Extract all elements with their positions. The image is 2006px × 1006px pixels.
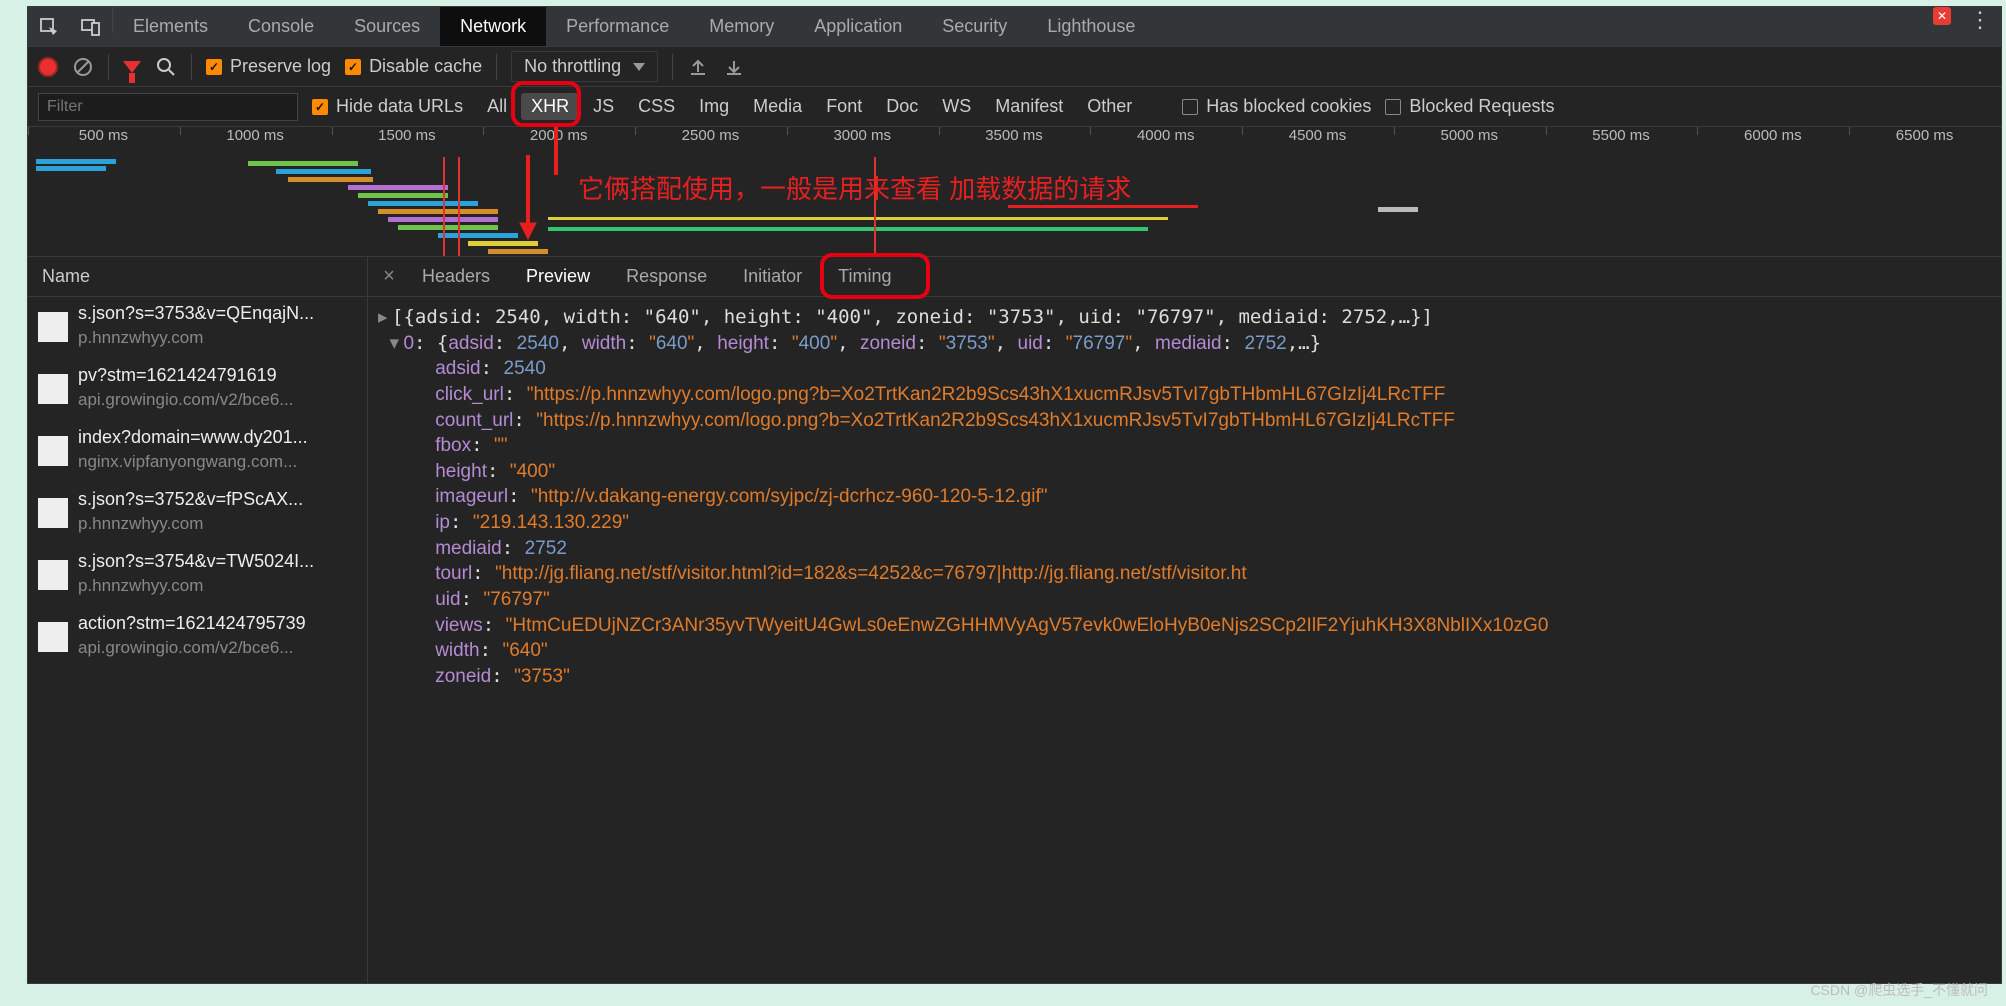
request-host: p.hnnzwhyy.com xyxy=(78,514,303,534)
filter-type-xhr[interactable]: XHR xyxy=(521,93,579,120)
filter-type-media[interactable]: Media xyxy=(743,93,812,120)
disable-cache-checkbox[interactable]: ✓Disable cache xyxy=(345,56,482,77)
disable-cache-label: Disable cache xyxy=(369,56,482,77)
tab-lighthouse[interactable]: Lighthouse xyxy=(1027,7,1155,46)
watermark: CSDN @爬虫选手_不懂就问 xyxy=(1810,980,1988,1000)
close-details-icon[interactable]: × xyxy=(374,265,404,288)
filter-type-font[interactable]: Font xyxy=(816,93,872,120)
request-name: s.json?s=3753&v=QEnqajN... xyxy=(78,303,314,324)
filter-type-img[interactable]: Img xyxy=(689,93,739,120)
ruler-mark: 4500 ms xyxy=(1242,127,1394,153)
clear-icon[interactable] xyxy=(72,56,94,78)
request-row[interactable]: s.json?s=3753&v=QEnqajN... p.hnnzwhyy.com xyxy=(28,297,367,359)
filter-type-ws[interactable]: WS xyxy=(932,93,981,120)
request-name: action?stm=1621424795739 xyxy=(78,613,306,634)
request-details: × HeadersPreviewResponseInitiatorTiming … xyxy=(368,257,2001,983)
ruler-mark: 1500 ms xyxy=(332,127,484,153)
request-thumb xyxy=(38,622,68,652)
ruler-mark: 500 ms xyxy=(28,127,180,153)
request-row[interactable]: index?domain=www.dy201... nginx.vipfanyon… xyxy=(28,421,367,483)
request-host: p.hnnzwhyy.com xyxy=(78,328,314,348)
filter-type-doc[interactable]: Doc xyxy=(876,93,928,120)
request-row[interactable]: pv?stm=1621424791619 api.growingio.com/v2… xyxy=(28,359,367,421)
filter-input[interactable] xyxy=(38,93,298,121)
request-thumb xyxy=(38,498,68,528)
filter-type-js[interactable]: JS xyxy=(583,93,624,120)
inspect-icon[interactable] xyxy=(28,7,70,46)
detail-tab-response[interactable]: Response xyxy=(608,258,725,295)
close-icon[interactable]: ✕ xyxy=(1933,7,1951,25)
ruler-mark: 3500 ms xyxy=(939,127,1091,153)
tab-memory[interactable]: Memory xyxy=(689,7,794,46)
request-thumb xyxy=(38,312,68,342)
hide-data-urls-checkbox[interactable]: ✓Hide data URLs xyxy=(312,96,463,117)
network-toolbar: ✓Preserve log ✓Disable cache No throttli… xyxy=(28,47,2001,87)
detail-tab-headers[interactable]: Headers xyxy=(404,258,508,295)
search-icon[interactable] xyxy=(155,56,177,78)
hide-data-urls-label: Hide data URLs xyxy=(336,96,463,117)
filter-type-css[interactable]: CSS xyxy=(628,93,685,120)
ruler-mark: 5500 ms xyxy=(1546,127,1698,153)
more-icon[interactable]: ⋮ xyxy=(1959,7,2001,46)
filter-bar: ✓Hide data URLs AllXHRJSCSSImgMediaFontD… xyxy=(28,87,2001,127)
tab-security[interactable]: Security xyxy=(922,7,1027,46)
request-name: pv?stm=1621424791619 xyxy=(78,365,293,386)
filter-type-manifest[interactable]: Manifest xyxy=(985,93,1073,120)
request-thumb xyxy=(38,374,68,404)
download-icon[interactable] xyxy=(723,56,745,78)
tab-network[interactable]: Network xyxy=(440,7,546,46)
record-icon[interactable] xyxy=(38,57,58,77)
tab-console[interactable]: Console xyxy=(228,7,334,46)
request-name: index?domain=www.dy201... xyxy=(78,427,308,448)
blocked-cookies-checkbox[interactable]: Has blocked cookies xyxy=(1182,96,1371,117)
request-row[interactable]: s.json?s=3754&v=TW5024I... p.hnnzwhyy.com xyxy=(28,545,367,607)
request-host: nginx.vipfanyongwang.com... xyxy=(78,452,308,472)
annotation-underline xyxy=(1008,205,1198,208)
preserve-log-checkbox[interactable]: ✓Preserve log xyxy=(206,56,331,77)
device-toggle-icon[interactable] xyxy=(70,7,112,46)
throttling-select[interactable]: No throttling xyxy=(511,51,658,82)
ruler-mark: 2500 ms xyxy=(635,127,787,153)
ruler-mark: 6500 ms xyxy=(1849,127,2001,153)
request-thumb xyxy=(38,560,68,590)
ruler-mark: 5000 ms xyxy=(1394,127,1546,153)
ruler-mark: 4000 ms xyxy=(1090,127,1242,153)
annotation-arrow-down xyxy=(508,147,548,247)
column-name-header[interactable]: Name xyxy=(28,257,367,297)
request-name: s.json?s=3752&v=fPScAX... xyxy=(78,489,303,510)
blocked-requests-checkbox[interactable]: Blocked Requests xyxy=(1385,96,1554,117)
request-list: Name s.json?s=3753&v=QEnqajN... p.hnnzwhy… xyxy=(28,257,368,983)
chevron-down-icon xyxy=(633,63,645,71)
request-host: api.growingio.com/v2/bce6... xyxy=(78,390,293,410)
filter-icon[interactable] xyxy=(123,61,141,73)
ruler-mark: 6000 ms xyxy=(1697,127,1849,153)
blocked-requests-label: Blocked Requests xyxy=(1409,96,1554,117)
ruler-mark: 1000 ms xyxy=(180,127,332,153)
preview-pane[interactable]: ▸[{adsid: 2540, width: "640", height: "4… xyxy=(368,297,2001,983)
upload-icon[interactable] xyxy=(687,56,709,78)
tab-performance[interactable]: Performance xyxy=(546,7,689,46)
request-host: p.hnnzwhyy.com xyxy=(78,576,314,596)
filter-type-all[interactable]: All xyxy=(477,93,517,120)
devtools-tabs: ElementsConsoleSourcesNetworkPerformance… xyxy=(28,7,2001,47)
request-host: api.growingio.com/v2/bce6... xyxy=(78,638,306,658)
filter-type-other[interactable]: Other xyxy=(1077,93,1142,120)
annotation-text: 它俩搭配使用，一般是用来查看 加载数据的请求 xyxy=(578,169,1131,206)
detail-tab-preview[interactable]: Preview xyxy=(508,258,608,295)
tab-application[interactable]: Application xyxy=(794,7,922,46)
throttling-label: No throttling xyxy=(524,56,621,77)
detail-tabs: × HeadersPreviewResponseInitiatorTiming xyxy=(368,257,2001,297)
detail-tab-timing[interactable]: Timing xyxy=(820,258,909,295)
ruler-mark: 3000 ms xyxy=(787,127,939,153)
timeline-overview[interactable]: 500 ms1000 ms1500 ms2000 ms2500 ms3000 m… xyxy=(28,127,2001,257)
request-thumb xyxy=(38,436,68,466)
request-name: s.json?s=3754&v=TW5024I... xyxy=(78,551,314,572)
request-row[interactable]: action?stm=1621424795739 api.growingio.co… xyxy=(28,607,367,669)
preserve-log-label: Preserve log xyxy=(230,56,331,77)
blocked-cookies-label: Has blocked cookies xyxy=(1206,96,1371,117)
detail-tab-initiator[interactable]: Initiator xyxy=(725,258,820,295)
tab-sources[interactable]: Sources xyxy=(334,7,440,46)
request-row[interactable]: s.json?s=3752&v=fPScAX... p.hnnzwhyy.com xyxy=(28,483,367,545)
tab-elements[interactable]: Elements xyxy=(113,7,228,46)
